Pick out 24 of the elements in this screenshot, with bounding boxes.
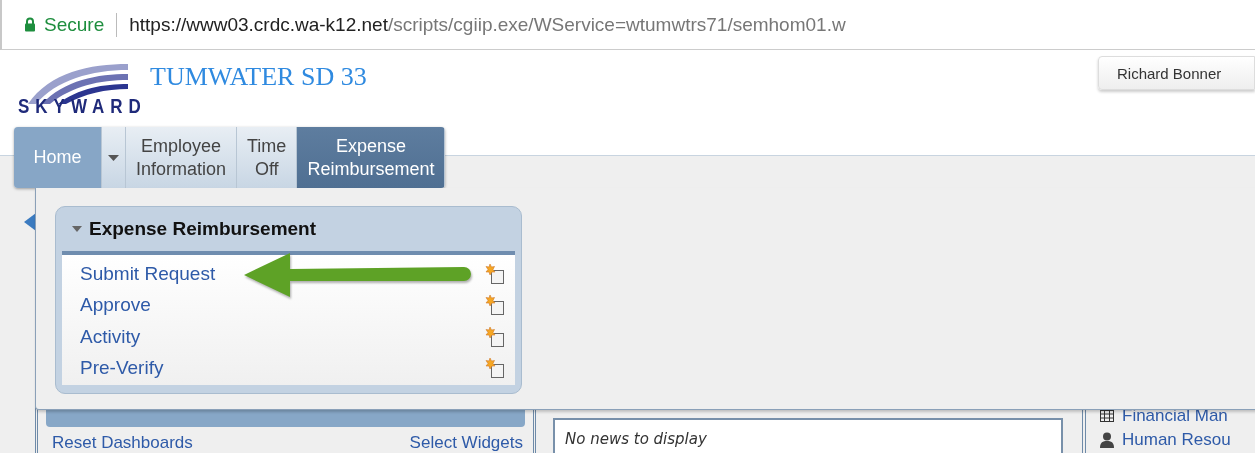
news-message: No news to display (564, 429, 708, 450)
expand-icon[interactable] (72, 226, 82, 232)
menu-link[interactable]: Approve (80, 294, 151, 317)
menu-link[interactable]: Submit Request (80, 262, 216, 285)
dashboard-link[interactable]: Select Widgets (409, 433, 523, 453)
lock-icon (24, 17, 36, 32)
security-label: Secure (44, 13, 105, 36)
new-window-icon[interactable] (485, 325, 505, 348)
grid-icon (1100, 410, 1114, 422)
menu-link[interactable]: Pre-Verify (80, 357, 164, 380)
new-window-icon[interactable] (485, 294, 505, 317)
caret-icon (108, 154, 119, 161)
module-link[interactable]: Human Resou (1122, 430, 1231, 450)
url-field[interactable]: https://www03.crdc.wa-k12.net/scripts/cgiip.exe/WService=wtumwtrs71/semhom01.w (129, 13, 846, 36)
menu-link[interactable]: Activity (80, 325, 141, 348)
nav-tab[interactable]: Expense Reimbursement (297, 127, 446, 188)
dashboard-link[interactable]: Reset Dashboards (52, 433, 193, 453)
user-menu-button[interactable]: Richard Bonner (1098, 56, 1255, 90)
new-window-icon[interactable] (485, 262, 505, 285)
district-title: TUMWATER SD 33 (150, 62, 367, 92)
new-window-icon[interactable] (485, 357, 505, 380)
menu-title: Expense Reimbursement (89, 218, 317, 240)
logo-wordmark: SKYWARD (18, 95, 147, 119)
person-icon (1100, 432, 1114, 448)
